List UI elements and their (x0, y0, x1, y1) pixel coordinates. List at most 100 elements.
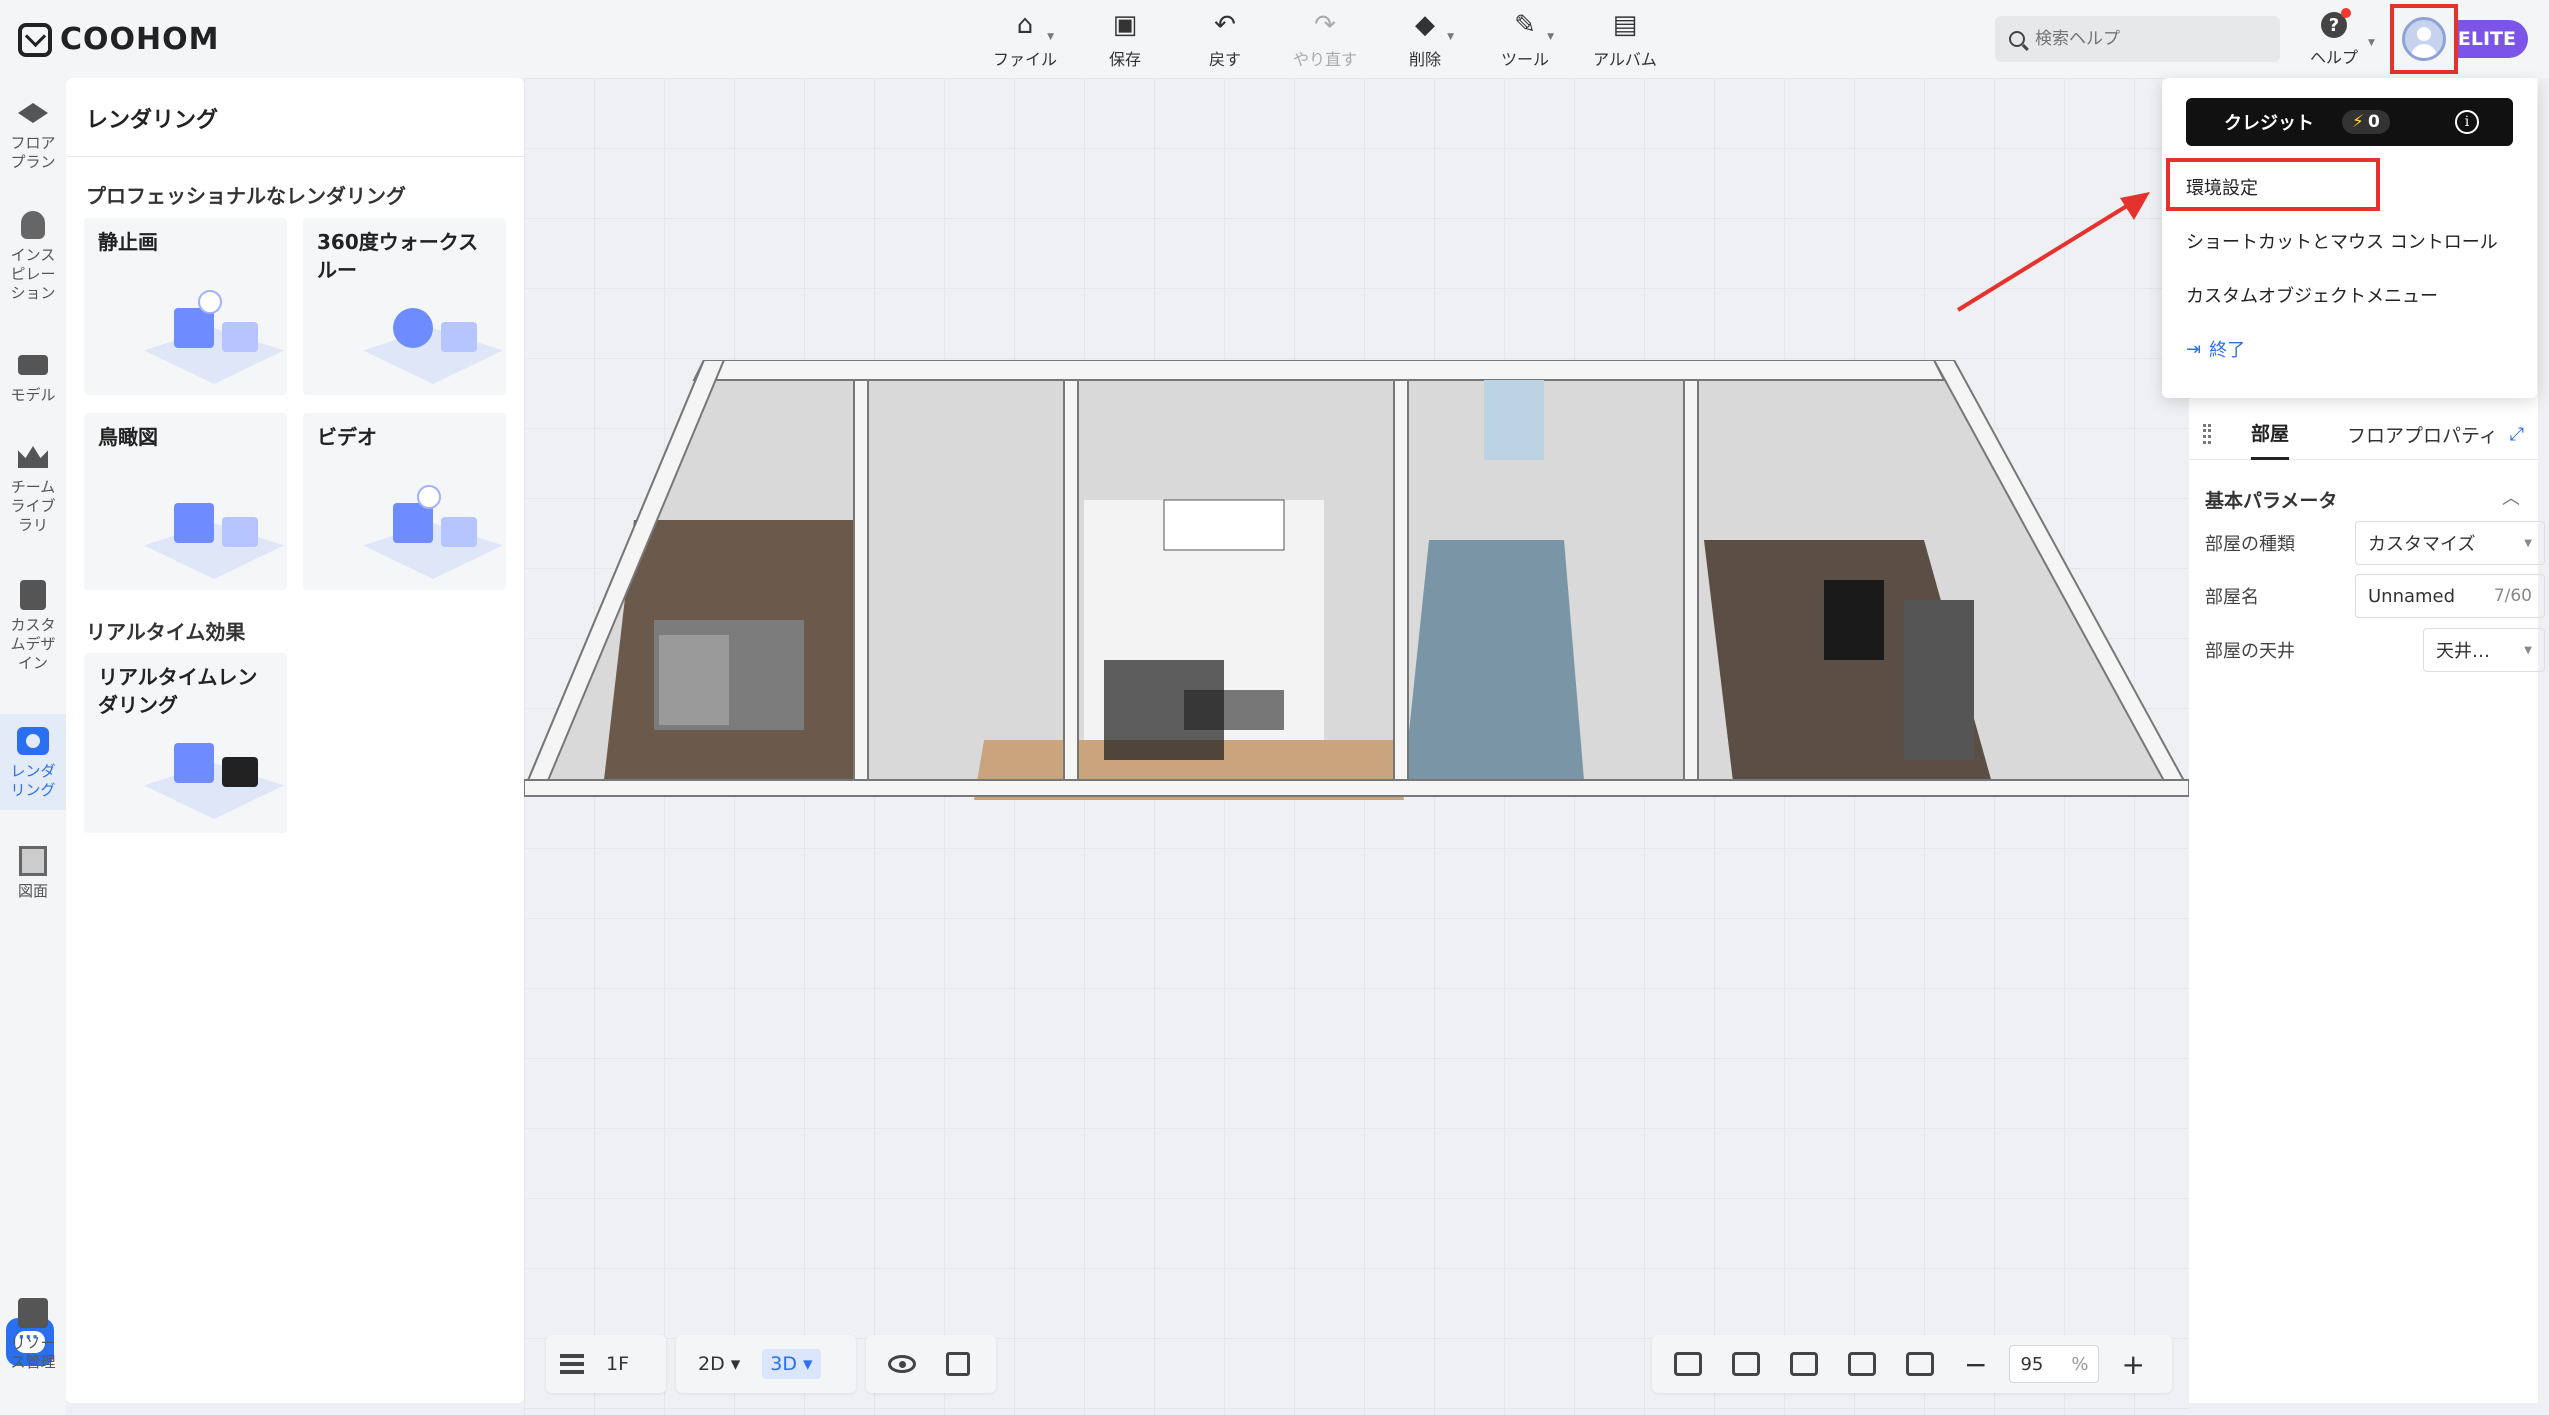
file-button[interactable]: ⌂ ▼ ファイル (990, 10, 1060, 70)
zoom-out-button[interactable]: − (1956, 1344, 1995, 1385)
mode-3d-button[interactable]: 3D ▾ (762, 1349, 821, 1379)
search-input[interactable] (2035, 29, 2255, 49)
sidebar-item-model[interactable]: モデル (0, 348, 66, 405)
cube-icon (946, 1352, 970, 1376)
main-toolbar: ⌂ ▼ ファイル ▣ 保存 ↶ 戻す ↷ やり直す ◆ ▼ 削除 ✎ ▼ ツール ▤ … (990, 10, 1660, 70)
card-still-image[interactable]: 静止画 (84, 218, 287, 395)
coohom-logo-icon (18, 22, 52, 57)
section-title-realtime: リアルタイム効果 (86, 620, 246, 644)
undo-button[interactable]: ↶ 戻す (1190, 10, 1260, 70)
top-bar: COOHOM ⌂ ▼ ファイル ▣ 保存 ↶ 戻す ↷ やり直す ◆ ▼ 削除 ✎ ▼… (0, 0, 2549, 78)
card-video[interactable]: ビデオ (303, 413, 506, 590)
crown-icon (16, 440, 50, 474)
zoom-input[interactable]: 95 % (2009, 1345, 2100, 1383)
char-count: 7/60 (2493, 586, 2532, 606)
album-button[interactable]: ▤ アルバム (1590, 10, 1660, 70)
sofa-icon (16, 348, 50, 382)
tools-button[interactable]: ✎ ▼ ツール (1490, 10, 1560, 70)
wall-partition-2 (1063, 379, 1079, 781)
tab-room-label: 部屋 (2251, 423, 2290, 445)
save-button[interactable]: ▣ 保存 (1090, 10, 1160, 70)
sidebar-item-label: 図面 (17, 882, 48, 900)
avatar-highlight[interactable] (2390, 4, 2458, 74)
divider (66, 156, 524, 157)
delete-button[interactable]: ◆ ▼ 削除 (1390, 10, 1460, 70)
zoom-area-button[interactable] (1898, 1348, 1942, 1380)
resources-icon (16, 1296, 50, 1330)
zoom-in-button[interactable]: + (2113, 1344, 2152, 1385)
expand-icon[interactable]: ⤢ (2510, 424, 2524, 445)
rendering-panel: レンダリング プロフェッショナルなレンダリング 静止画 360度ウォークス ルー… (66, 78, 524, 1403)
floor-label[interactable]: 1F (598, 1349, 637, 1379)
wall-panel (1904, 600, 1974, 760)
floorplan-icon (16, 96, 50, 130)
mode-2d-button[interactable]: 2D ▾ (690, 1349, 748, 1379)
app-logo[interactable]: COOHOM (18, 22, 220, 57)
card-360-walkthrough[interactable]: 360度ウォークス ルー (303, 218, 506, 395)
camera-settings-button[interactable] (1782, 1348, 1826, 1380)
visibility-button[interactable] (880, 1351, 924, 1377)
menu-item-exit[interactable]: ⇥ 終了 (2186, 336, 2245, 362)
tab-room[interactable]: 部屋 (2251, 408, 2290, 460)
sidebar-item-label: カスタ ムデザ イン (10, 616, 56, 672)
camera-settings-icon (1790, 1352, 1818, 1376)
save-label: 保存 (1108, 50, 1141, 69)
redo-button[interactable]: ↷ やり直す (1290, 10, 1360, 70)
undo-label: 戻す (1208, 50, 1241, 69)
chevron-up-icon[interactable]: ︿ (2502, 484, 2520, 510)
sidebar-item-custom-design[interactable]: カスタ ムデザ イン (0, 578, 66, 673)
sidebar-item-team-library[interactable]: チーム ライブ ラリ (0, 440, 66, 535)
sidebar-item-rendering[interactable]: レンダ リング (0, 714, 66, 810)
card-title: 鳥瞰図 (98, 425, 158, 449)
eraser-icon: ◆ ▼ (1415, 10, 1454, 42)
still-image-illustration (144, 288, 284, 388)
drag-handle-icon[interactable] (2203, 424, 2211, 444)
bulb-icon (16, 208, 50, 242)
room-name-value: Unnamed (2368, 585, 2456, 607)
redo-icon: ↷ (1314, 10, 1336, 40)
fit-view-button[interactable] (1840, 1348, 1884, 1380)
menu-item-label: 環境設定 (2186, 178, 2258, 199)
menu-item-custom-object-menu[interactable]: カスタムオブジェクトメニュー (2186, 282, 2438, 308)
sidebar-item-resources[interactable]: リソー ス管理 (0, 1296, 66, 1372)
image-button[interactable] (1666, 1348, 1710, 1380)
card-realtime-rendering[interactable]: リアルタイムレン ダリング (84, 653, 287, 833)
floor-selector[interactable]: 1F (546, 1335, 666, 1393)
room-name-label: 部屋名 (2205, 587, 2259, 608)
menu-item-label: ショートカットとマウス コントロール (2186, 232, 2498, 253)
sidebar-item-drawing[interactable]: 図面 (0, 844, 66, 901)
menu-item-preferences[interactable]: 環境設定 (2186, 174, 2258, 200)
room-name-field[interactable]: Unnamed 7/60 (2355, 574, 2545, 618)
sidebar-item-inspiration[interactable]: インス ピレー ション (0, 208, 66, 303)
view-mode-toggle: 2D ▾ 3D ▾ (676, 1335, 856, 1393)
walkthrough-illustration (363, 288, 503, 388)
credit-bar[interactable]: クレジット ⚡ 0 i (2186, 98, 2513, 146)
floorplan-3d-model[interactable] (524, 360, 2189, 1060)
file-label: ファイル (992, 50, 1057, 69)
menu-item-shortcuts[interactable]: ショートカットとマウス コントロール (2186, 228, 2498, 254)
search-icon (2009, 31, 2025, 47)
card-aerial-view[interactable]: 鳥瞰図 (84, 413, 287, 590)
aerial-illustration (144, 483, 284, 583)
room-type-select[interactable]: カスタマイズ ▼ (2355, 521, 2545, 565)
avatar[interactable] (2402, 17, 2446, 61)
properties-tabs: 部屋 フロアプロパティ ⤢ (2189, 408, 2538, 460)
room-ceiling-select[interactable]: 天井… ▼ (2423, 628, 2545, 672)
wall-partition-3 (1393, 379, 1409, 781)
card-title: ビデオ (317, 425, 377, 449)
sidebar-item-label: インス ピレー ション (10, 246, 56, 302)
help-search[interactable] (1995, 16, 2280, 62)
tab-floor-properties[interactable]: フロアプロパティ (2347, 408, 2498, 460)
help-button[interactable]: ? ヘルプ ▼ (2310, 8, 2375, 68)
capture-button[interactable] (1724, 1348, 1768, 1380)
room-name-row: 部屋名 Unnamed 7/60 (2205, 574, 2545, 618)
cube-view-button[interactable] (938, 1348, 978, 1380)
section-title-professional: プロフェッショナルなレンダリング (86, 184, 406, 208)
room-type-row: 部屋の種類 カスタマイズ ▼ (2205, 521, 2545, 565)
cabinet-icon (16, 578, 50, 612)
sidebar-item-label: リソー ス管理 (10, 1334, 56, 1371)
card-title: 静止画 (98, 230, 158, 254)
sidebar-item-floorplan[interactable]: フロア プラン (0, 96, 66, 172)
credit-label: クレジット (2224, 113, 2314, 134)
info-icon[interactable]: i (2455, 110, 2479, 134)
